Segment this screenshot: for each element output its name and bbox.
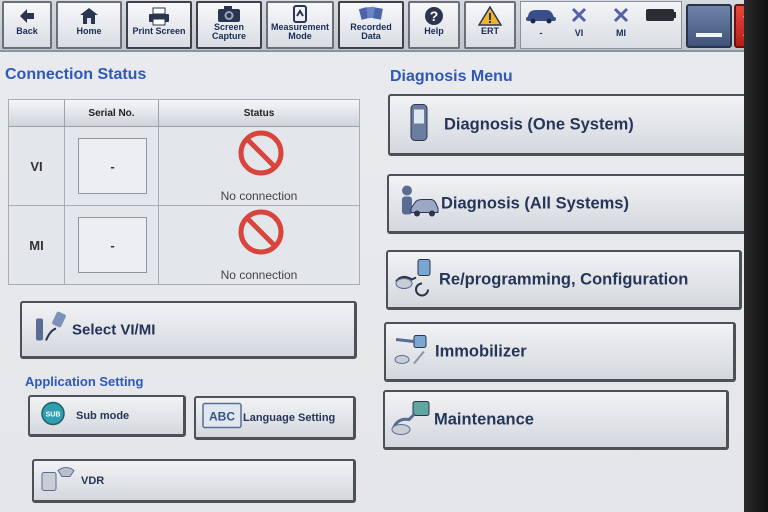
header-status: Status <box>243 108 275 119</box>
x-icon <box>603 6 639 28</box>
measurement-mode-button[interactable]: Measurement Mode <box>266 1 334 49</box>
car-icon <box>523 6 559 28</box>
header-empty-cell <box>9 100 65 127</box>
reprogramming-icon <box>392 257 436 302</box>
minimize-button[interactable] <box>686 4 732 48</box>
vdr-icon <box>40 462 80 499</box>
reprogramming-configuration-button[interactable]: Re/programming, Configuration <box>386 250 742 310</box>
print-screen-button[interactable]: Print Screen <box>126 1 192 49</box>
no-connection-icon <box>238 209 284 255</box>
table-header: Serial No. Status <box>9 100 359 127</box>
status-text: No connection <box>220 268 298 282</box>
serial-cell: - <box>65 127 159 205</box>
key-immobilizer-icon <box>392 329 432 374</box>
immobilizer-button[interactable]: Immobilizer <box>384 322 736 382</box>
close-button[interactable] <box>734 4 744 48</box>
screen-bezel <box>744 0 768 512</box>
x-icon <box>561 6 597 28</box>
connection-status-table: Serial No. Status VI - No connection MI … <box>8 99 360 285</box>
diagnosis-menu-title: Diagnosis Menu <box>390 68 513 85</box>
abc-icon: ABC <box>202 401 242 434</box>
row-label: MI <box>9 206 65 285</box>
consult-main-screen: Back Home Print Screen Screen Capture Me… <box>0 0 744 512</box>
handheld-device-icon <box>408 102 430 147</box>
table-row-vi: VI - No connection <box>9 127 359 206</box>
home-button[interactable]: Home <box>56 1 122 49</box>
table-row-mi: MI - No connection <box>9 206 359 285</box>
select-vi-mi-button[interactable]: Select VI/MI <box>20 301 357 359</box>
status-cell: No connection <box>159 206 359 285</box>
maintenance-icon <box>389 397 433 442</box>
vi-status: VI <box>561 6 597 38</box>
back-button[interactable]: Back <box>2 1 52 49</box>
maintenance-button[interactable]: Maintenance <box>383 390 729 450</box>
printer-icon <box>128 3 190 27</box>
svg-text:SUB: SUB <box>46 411 61 418</box>
status-cell: No connection <box>159 127 359 205</box>
svg-text:ABC: ABC <box>209 409 235 423</box>
diagnosis-one-system-button[interactable]: Diagnosis (One System) <box>388 94 744 156</box>
close-icon <box>743 16 744 36</box>
status-text: No connection <box>220 189 298 203</box>
application-setting-title: Application Setting <box>25 374 144 389</box>
mechanic-car-icon <box>395 182 439 225</box>
mi-status: MI <box>603 6 639 38</box>
help-icon: ? <box>410 3 458 27</box>
minimize-icon <box>696 33 722 37</box>
help-button[interactable]: ? Help <box>408 1 460 49</box>
serial-value: - <box>78 217 147 273</box>
diagnosis-all-systems-button[interactable]: Diagnosis (All Systems) <box>387 174 744 234</box>
svg-text:?: ? <box>430 8 439 24</box>
sub-mode-icon: SUB <box>40 400 66 431</box>
header-serial-no: Serial No. <box>65 100 159 127</box>
home-icon <box>58 3 120 27</box>
recorded-data-icon <box>340 3 402 23</box>
camera-icon <box>198 3 260 23</box>
battery-icon <box>643 6 679 28</box>
battery-status <box>643 6 679 28</box>
no-connection-icon <box>238 130 284 176</box>
toolbar: Back Home Print Screen Screen Capture Me… <box>0 0 744 52</box>
warning-icon <box>466 3 514 27</box>
connection-status-indicators: - VI MI <box>520 1 682 49</box>
sub-mode-button[interactable]: SUB Sub mode <box>28 395 186 437</box>
ert-button[interactable]: ERT <box>464 1 516 49</box>
serial-value: - <box>78 138 147 194</box>
language-setting-button[interactable]: ABC Language Setting <box>194 396 356 440</box>
screen-capture-button[interactable]: Screen Capture <box>196 1 262 49</box>
select-vi-mi-icon <box>30 308 72 351</box>
serial-cell: - <box>65 206 159 285</box>
vdr-button[interactable]: VDR <box>32 459 356 503</box>
vehicle-status: - <box>523 6 559 38</box>
recorded-data-button[interactable]: Recorded Data <box>338 1 404 49</box>
measurement-icon <box>268 3 332 23</box>
connection-status-title: Connection Status <box>5 66 147 83</box>
row-label: VI <box>9 127 65 205</box>
back-arrow-icon <box>4 3 50 27</box>
